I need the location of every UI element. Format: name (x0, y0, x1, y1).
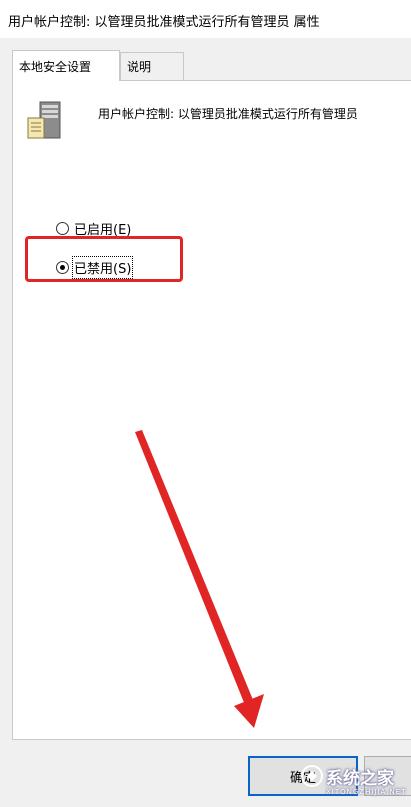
watermark-text: 系统之家 (326, 769, 394, 789)
window-title: 用户帐户控制: 以管理员批准模式运行所有管理员 属性 (0, 0, 411, 38)
watermark-subtext: XITONGZHIJIA.NET (326, 788, 407, 796)
policy-server-icon (22, 100, 68, 140)
tab-explain[interactable]: 说明 (120, 52, 184, 80)
watermark-logo-icon (301, 765, 323, 787)
radio-enabled[interactable] (56, 221, 69, 235)
watermark: 系统之家 XITONGZHIJIA.NET (300, 762, 408, 804)
policy-name: 用户帐户控制: 以管理员批准模式运行所有管理员 (98, 107, 358, 121)
tab-local-security-setting[interactable]: 本地安全设置 (12, 50, 120, 81)
settings-panel (12, 80, 411, 740)
option-enabled-label: 已启用(E) (74, 222, 132, 238)
annotation-highlight-box (25, 236, 183, 282)
